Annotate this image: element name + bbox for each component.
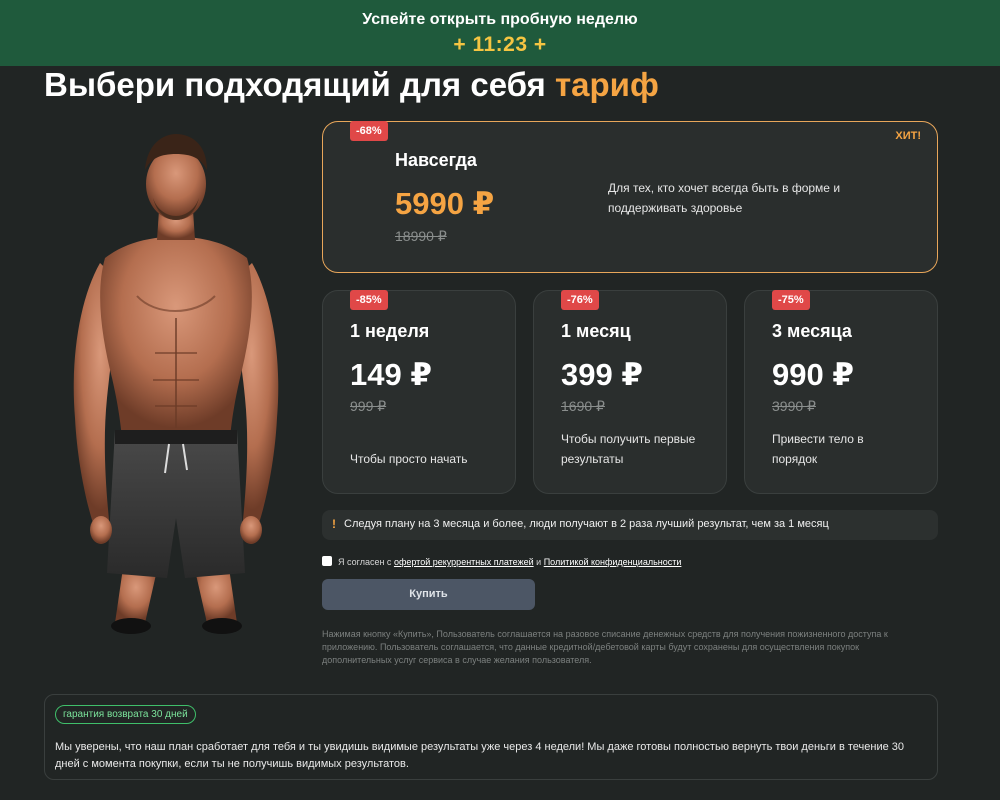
discount-badge: -75% <box>772 290 810 310</box>
plan-old-price: 1690 ₽ <box>561 398 605 414</box>
plan-description: Чтобы получить первые результаты <box>561 432 696 466</box>
plan-price: 5990 ₽ <box>395 186 495 221</box>
plan-card-forever[interactable]: -68% ХИТ! Навсегда 5990 ₽ 18990 ₽ Для те… <box>322 121 938 273</box>
offer-link[interactable]: офертой рекуррентных платежей <box>394 557 534 567</box>
plan-old-price: 3990 ₽ <box>772 398 816 414</box>
agreement-and: и <box>536 557 542 567</box>
plan-price: 399 ₽ <box>561 357 643 392</box>
promo-title: Успейте открыть пробную неделю <box>362 11 638 28</box>
promo-timer: + 11:23 + <box>453 33 547 56</box>
plan-card-3-months[interactable]: -75% 3 месяца 990 ₽ 3990 ₽ Привести тело… <box>744 290 938 494</box>
page-title-main: Выбери подходящий для себя <box>44 66 546 103</box>
plan-card-week[interactable]: -85% 1 неделя 149 ₽ 999 ₽ Чтобы просто н… <box>322 290 516 494</box>
agreement: Я согласен с офертой рекуррентных платеж… <box>322 556 681 567</box>
athlete-image <box>73 134 279 634</box>
plan-old-price: 18990 ₽ <box>395 228 447 244</box>
buy-button[interactable]: Купить <box>322 579 535 610</box>
discount-badge: -68% <box>350 121 388 141</box>
info-tip: ! Следуя плану на 3 месяца и более, люди… <box>322 510 938 540</box>
plan-description: Привести тело в порядок <box>772 432 864 466</box>
guarantee-badge: гарантия возврата 30 дней <box>55 705 196 724</box>
plan-name: Навсегда <box>395 150 477 170</box>
guarantee-text: Мы уверены, что наш план сработает для т… <box>55 741 905 770</box>
agreement-prefix: Я согласен с <box>338 557 392 567</box>
plan-price: 990 ₽ <box>772 357 854 392</box>
plan-description: Чтобы просто начать <box>350 452 468 466</box>
plan-name: 3 месяца <box>772 321 852 341</box>
discount-badge: -76% <box>561 290 599 310</box>
privacy-policy-link[interactable]: Политикой конфиденциальности <box>544 557 682 567</box>
hit-tag: ХИТ! <box>895 130 921 142</box>
legal-text: Нажимая кнопку «Купить», Пользователь со… <box>322 629 888 665</box>
exclamation-icon: ! <box>332 517 336 531</box>
page-title-accent: тариф <box>555 66 659 103</box>
plan-description: Для тех, кто хочет всегда быть в форме и… <box>608 181 841 215</box>
page-title: Выбери подходящий для себя тариф <box>44 66 659 104</box>
plan-price: 149 ₽ <box>350 357 432 392</box>
agreement-checkbox[interactable] <box>322 556 332 566</box>
plan-card-month[interactable]: -76% 1 месяц 399 ₽ 1690 ₽ Чтобы получить… <box>533 290 727 494</box>
guarantee-box: гарантия возврата 30 дней Мы уверены, чт… <box>44 694 938 780</box>
plan-name: 1 неделя <box>350 321 430 341</box>
tip-text: Следуя плану на 3 месяца и более, люди п… <box>344 518 829 530</box>
promo-banner: Успейте открыть пробную неделю + 11:23 + <box>0 0 1000 66</box>
plan-old-price: 999 ₽ <box>350 398 387 414</box>
plan-name: 1 месяц <box>561 321 631 341</box>
discount-badge: -85% <box>350 290 388 310</box>
